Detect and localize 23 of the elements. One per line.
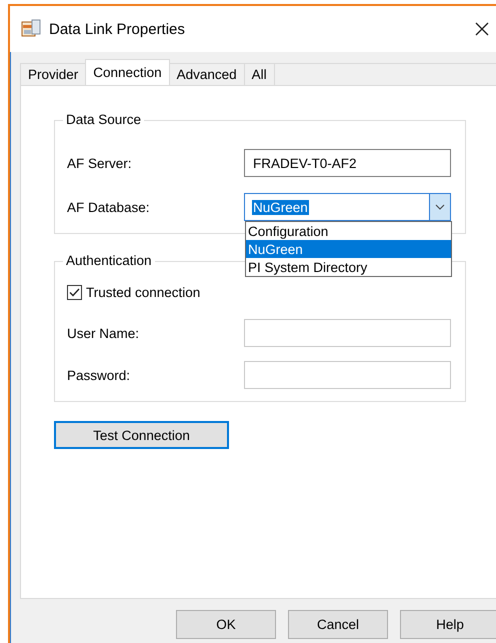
group-title: Data Source bbox=[63, 112, 144, 127]
dialog-button[interactable]: Help bbox=[400, 610, 496, 639]
dialog-button[interactable]: OK bbox=[176, 610, 276, 639]
tab[interactable]: Provider bbox=[20, 63, 86, 85]
checkbox[interactable] bbox=[67, 285, 82, 300]
field-label: AF Server: bbox=[67, 156, 133, 170]
dropdown-option[interactable]: NuGreen bbox=[246, 240, 451, 258]
chevron-icon bbox=[435, 204, 445, 210]
test-connection-button[interactable]: Test Connection bbox=[54, 421, 229, 449]
tab[interactable]: Connection bbox=[85, 59, 170, 85]
field-label: User Name: bbox=[67, 326, 140, 340]
field-label: Password: bbox=[67, 368, 132, 382]
dropdown-option[interactable]: Configuration bbox=[246, 222, 451, 240]
input-field[interactable]: FRADEV-T0-AF2 bbox=[244, 149, 451, 177]
field-label: AF Database: bbox=[67, 200, 151, 214]
dialog-button[interactable]: Cancel bbox=[288, 610, 388, 639]
input-field[interactable] bbox=[244, 319, 451, 347]
group-title: Authentication bbox=[63, 253, 155, 268]
window-icon bbox=[21, 19, 41, 39]
dropdown-option[interactable]: PI System Directory bbox=[246, 258, 451, 276]
input-field[interactable] bbox=[244, 361, 451, 389]
checkbox-label: Trusted connection bbox=[86, 285, 200, 300]
window-title: Data Link Properties bbox=[49, 20, 186, 38]
